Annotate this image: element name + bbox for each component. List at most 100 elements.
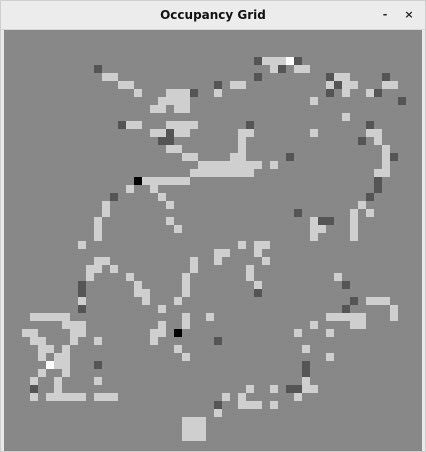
grid-cell-free — [318, 225, 326, 233]
grid-cell-free — [94, 217, 102, 225]
grid-cell-free — [238, 145, 246, 153]
grid-cell-occupied_partial — [342, 305, 350, 313]
grid-cell-occupied_partial — [398, 97, 406, 105]
grid-cell-free — [30, 329, 38, 337]
grid-cell-free — [182, 153, 190, 161]
grid-cell-free — [94, 257, 102, 265]
grid-cell-free — [342, 73, 350, 81]
grid-cell-free — [198, 433, 206, 441]
grid-cell-occupied_partial — [190, 89, 198, 97]
grid-cell-free — [230, 81, 238, 89]
grid-cell-free — [174, 97, 182, 105]
grid-cell-occupied_partial — [78, 289, 86, 297]
grid-cell-occupied_partial — [254, 73, 262, 81]
grid-cell-free — [230, 161, 238, 169]
grid-cell-free — [94, 377, 102, 385]
grid-cell-free — [54, 377, 62, 385]
grid-cell-free — [390, 313, 398, 321]
grid-cell-free — [190, 417, 198, 425]
grid-cell-free — [38, 369, 46, 377]
grid-cell-free — [78, 329, 86, 337]
grid-cell-free — [102, 209, 110, 217]
grid-cell-free — [310, 385, 318, 393]
grid-cell-free — [246, 401, 254, 409]
grid-cell-free — [150, 329, 158, 337]
grid-cell-occupied_partial — [110, 193, 118, 201]
grid-cell-free — [238, 129, 246, 137]
grid-cell-free — [254, 249, 262, 257]
grid-cell-free — [94, 337, 102, 345]
grid-cell-free — [174, 225, 182, 233]
grid-cell-free — [54, 313, 62, 321]
grid-cell-occupied_partial — [286, 385, 294, 393]
grid-cell-free — [150, 185, 158, 193]
grid-cell-free — [374, 129, 382, 137]
grid-cell-free — [142, 289, 150, 297]
grid-cell-occupied — [134, 177, 142, 185]
title-bar[interactable]: Occupancy Grid - × — [1, 1, 425, 30]
grid-cell-free — [46, 393, 54, 401]
grid-cell-occupied_partial — [214, 81, 222, 89]
grid-cell-free — [206, 169, 214, 177]
grid-cell-free — [54, 353, 62, 361]
grid-cell-free — [38, 353, 46, 361]
grid-cell-occupied_partial — [326, 217, 334, 225]
grid-cell-free — [62, 393, 70, 401]
grid-cell-free — [238, 161, 246, 169]
grid-cell-free — [166, 97, 174, 105]
grid-cell-occupied_partial — [246, 121, 254, 129]
app-window: Occupancy Grid - × — [0, 0, 426, 452]
grid-cell-free — [310, 97, 318, 105]
grid-cell-occupied_partial — [94, 65, 102, 73]
grid-cell-free — [374, 169, 382, 177]
grid-cell-free — [230, 153, 238, 161]
grid-cell-free — [174, 145, 182, 153]
grid-cell-free — [190, 153, 198, 161]
grid-cell-free — [78, 321, 86, 329]
occupancy-grid-canvas[interactable] — [4, 30, 422, 451]
grid-cell-free — [222, 169, 230, 177]
grid-cell-free — [174, 345, 182, 353]
grid-cell-occupied_partial — [278, 65, 286, 73]
grid-cell-free — [102, 73, 110, 81]
grid-cell-free — [158, 129, 166, 137]
grid-cell-free — [94, 225, 102, 233]
grid-cell-free — [254, 401, 262, 409]
grid-cell-free — [350, 225, 358, 233]
grid-cell-occupied_partial — [166, 137, 174, 145]
grid-cell-free — [374, 137, 382, 145]
grid-cell-free — [118, 81, 126, 89]
grid-cell-free — [126, 81, 134, 89]
grid-cell-free — [166, 177, 174, 185]
grid-cell-free — [278, 57, 286, 65]
grid-cell-free — [214, 89, 222, 97]
grid-cell-occupied_partial — [294, 209, 302, 217]
grid-cell-free — [222, 393, 230, 401]
grid-cell-free — [158, 305, 166, 313]
grid-cell-free — [110, 73, 118, 81]
grid-cell-free — [382, 297, 390, 305]
grid-cell-occupied_partial — [294, 57, 302, 65]
grid-cell-occupied_partial — [318, 217, 326, 225]
grid-cell-free — [174, 121, 182, 129]
grid-cell-free — [174, 105, 182, 113]
grid-cell-occupied_partial — [342, 281, 350, 289]
grid-cell-free — [110, 265, 118, 273]
minimize-button[interactable]: - — [375, 5, 395, 25]
grid-cell-free — [198, 417, 206, 425]
grid-cell-free — [158, 177, 166, 185]
close-button[interactable]: × — [399, 5, 419, 25]
grid-cell-free — [102, 257, 110, 265]
grid-cell-free — [62, 353, 70, 361]
grid-cell-free — [182, 313, 190, 321]
grid-cell-free — [54, 393, 62, 401]
grid-cell-free — [142, 297, 150, 305]
grid-cell-free — [70, 329, 78, 337]
grid-cell-free — [238, 137, 246, 145]
grid-cell-free — [190, 433, 198, 441]
grid-cell-free — [238, 393, 246, 401]
grid-cell-free — [70, 337, 78, 345]
grid-cell-free — [30, 377, 38, 385]
grid-cell-free — [62, 345, 70, 353]
grid-cell-free — [86, 265, 94, 273]
